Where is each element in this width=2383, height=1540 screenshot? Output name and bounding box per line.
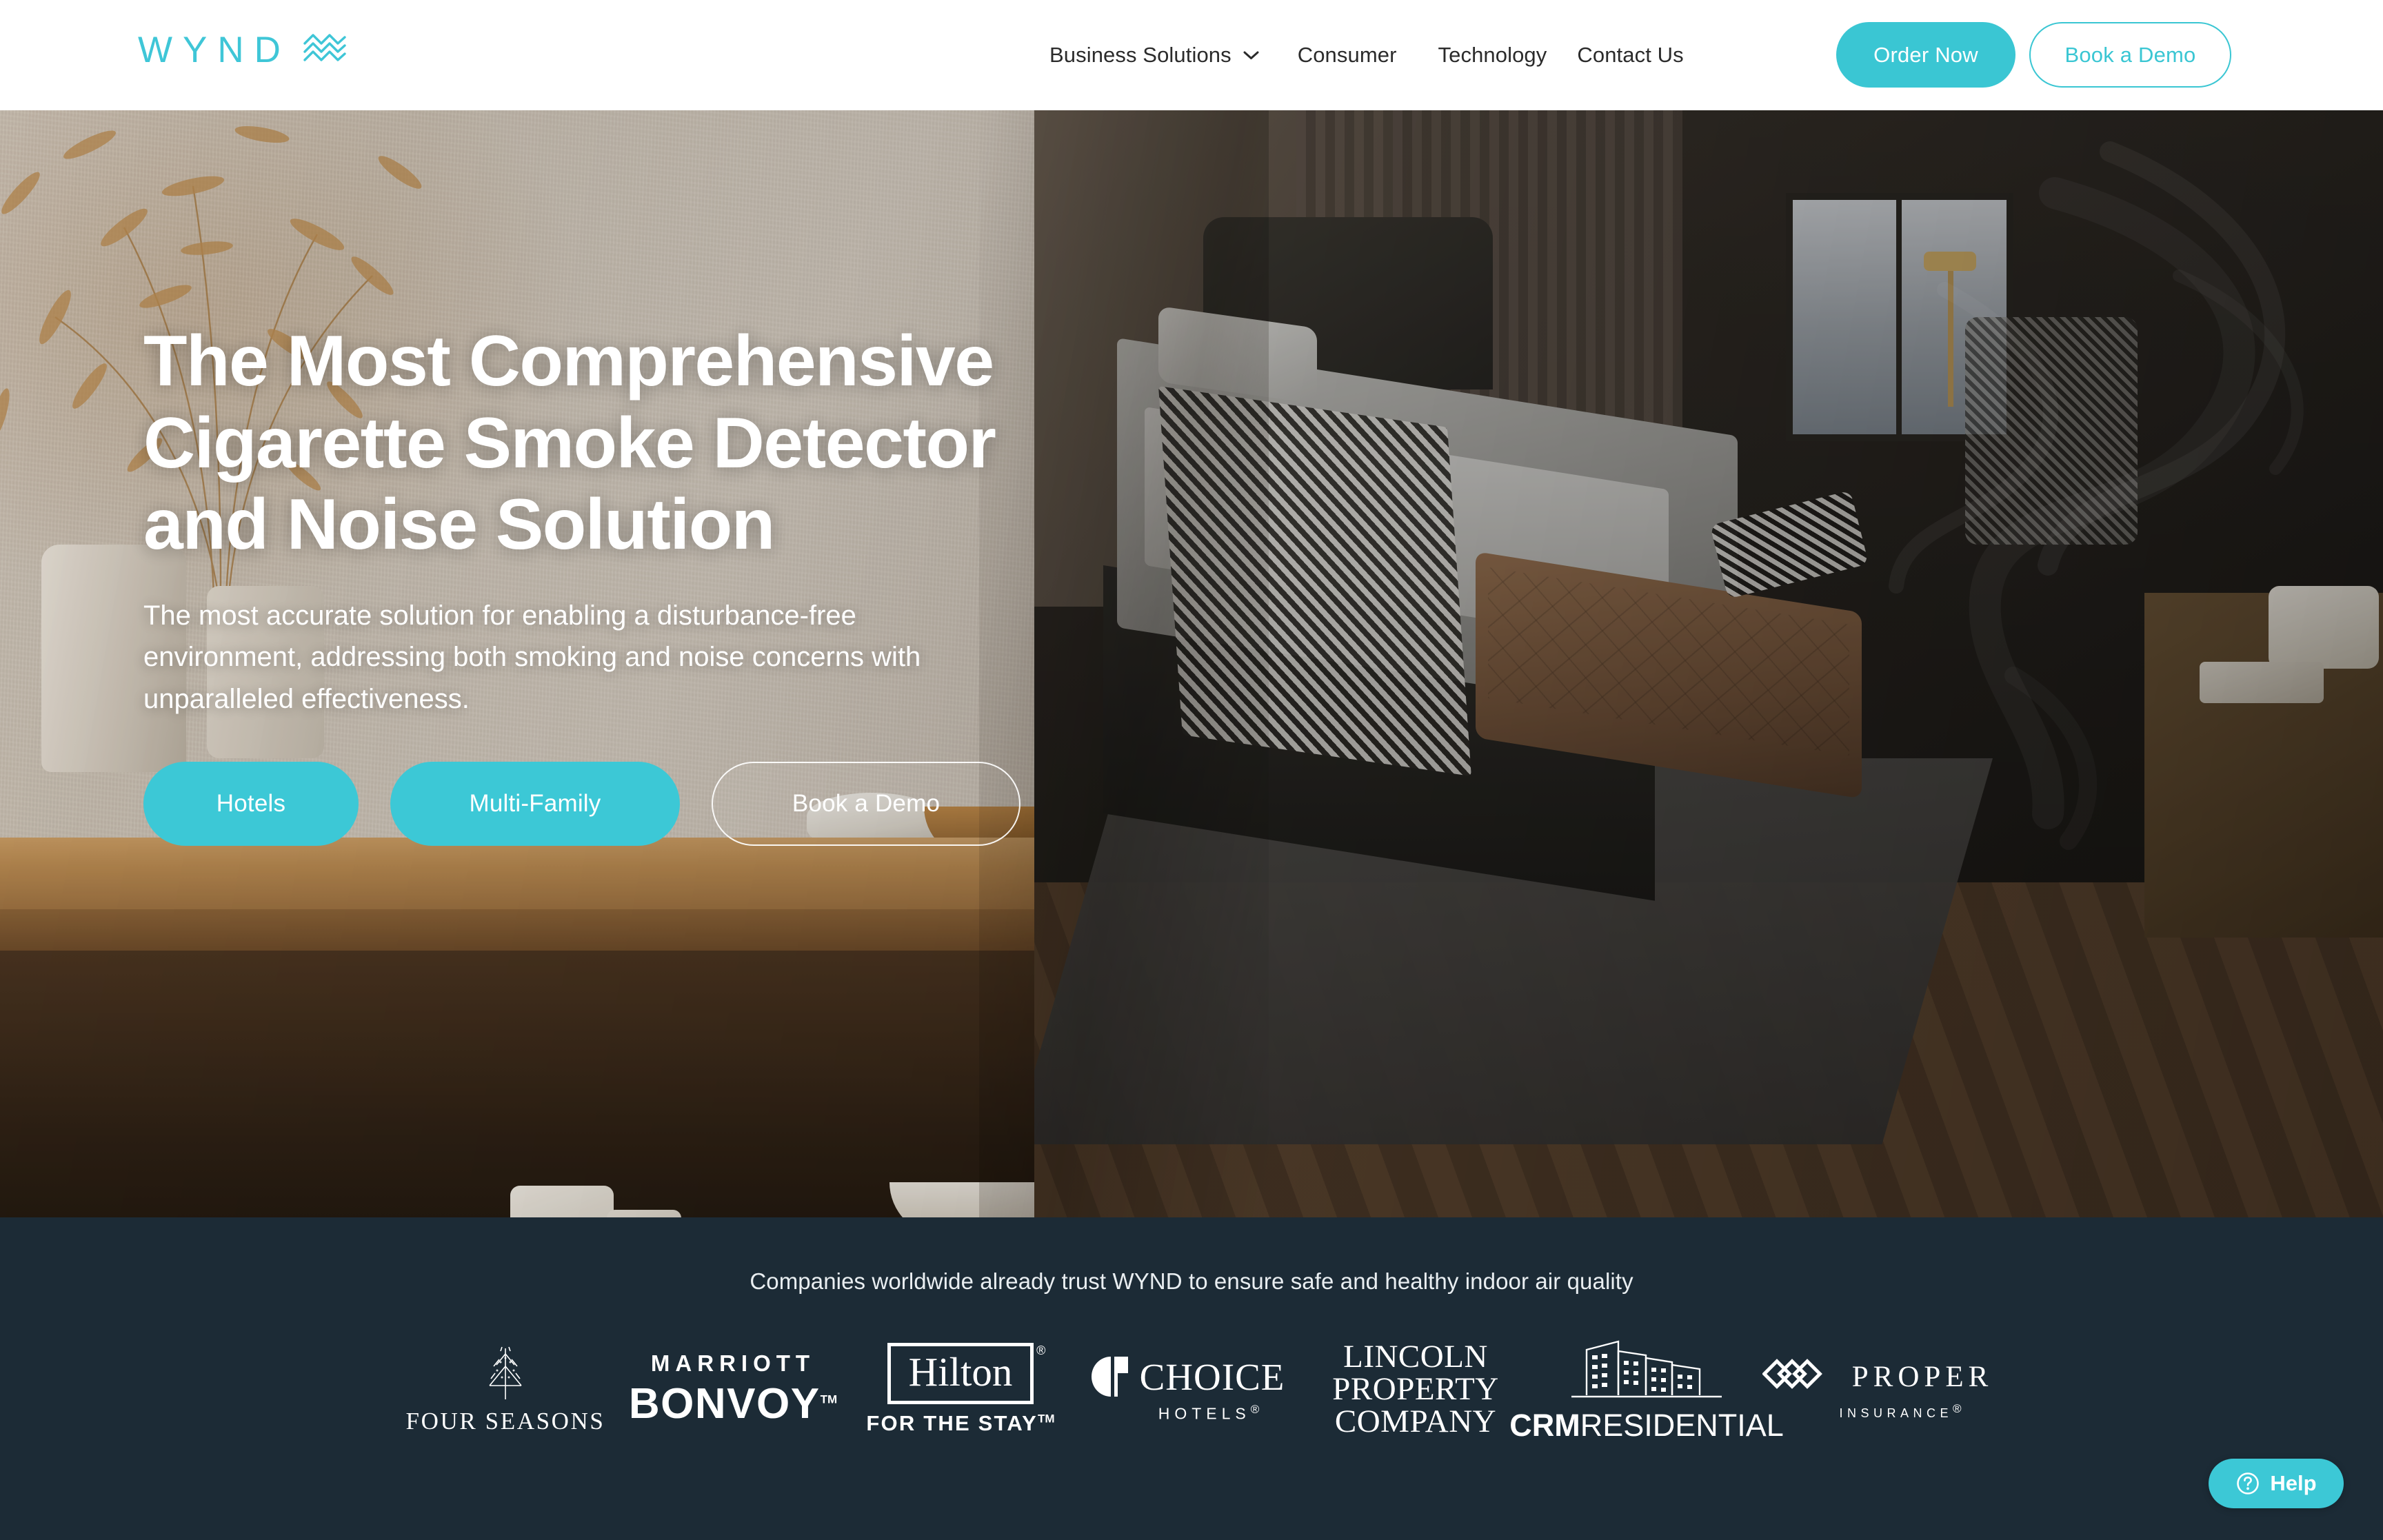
logo[interactable]: WYND xyxy=(138,32,346,68)
trademark-mark: TM xyxy=(820,1392,838,1406)
book-demo-hero-button[interactable]: Book a Demo xyxy=(712,762,1020,847)
hilton-box: Hilton ® xyxy=(887,1342,1045,1404)
buildings-icon xyxy=(1571,1340,1722,1398)
lincoln-line-1: LINCOLN xyxy=(1343,1338,1488,1375)
nav-item-consumer[interactable]: Consumer xyxy=(1298,43,1397,68)
logo-crm-residential[interactable]: CRMRESIDENTIAL xyxy=(1509,1324,1784,1455)
proper-sub: INSURANCE® xyxy=(1839,1401,1962,1420)
nav-item-business-solutions[interactable]: Business Solutions xyxy=(1049,43,1259,68)
logo-proper-insurance[interactable]: PROPER INSURANCE® xyxy=(1762,1324,1993,1455)
logo-lincoln-property[interactable]: LINCOLN PROPERTY COMPANY xyxy=(1302,1324,1529,1455)
chevron-down-icon xyxy=(1243,51,1259,59)
logo-choice-hotels[interactable]: CHOICE HOTELS® xyxy=(1074,1324,1302,1455)
help-widget-button[interactable]: Help xyxy=(2209,1459,2344,1508)
logo-hilton[interactable]: Hilton ® FOR THE STAYTM xyxy=(847,1324,1074,1455)
nav-label: Technology xyxy=(1438,43,1547,67)
choice-wordmark: CHOICE xyxy=(1139,1355,1285,1398)
hilton-tagline: FOR THE STAYTM xyxy=(866,1410,1055,1435)
bonvoy-wordmark: BONVOYTM xyxy=(628,1379,838,1428)
hero-heading-line-1: The Most Comprehensive xyxy=(143,321,994,401)
logo-wordmark: WYND xyxy=(138,30,291,70)
crm-wordmark: CRMRESIDENTIAL xyxy=(1509,1408,1784,1443)
lincoln-line-2: PROPERTY xyxy=(1332,1370,1499,1407)
interlocking-diamonds-icon xyxy=(1762,1358,1822,1389)
hilton-wordmark: Hilton xyxy=(908,1348,1013,1395)
choice-semicircle-icon xyxy=(1091,1357,1128,1397)
wave-zigzag-icon xyxy=(303,33,346,61)
order-now-button[interactable]: Order Now xyxy=(1836,22,2015,88)
hero-section: The Most Comprehensive Cigarette Smoke D… xyxy=(0,110,2383,1217)
nav-label: Contact Us xyxy=(1577,43,1684,67)
hero-heading-line-3: and Noise Solution xyxy=(143,485,775,565)
lincoln-line-3: COMPANY xyxy=(1334,1403,1497,1439)
four-seasons-wordmark: FOUR SEASONS xyxy=(405,1408,605,1435)
page-title: The Most Comprehensive Cigarette Smoke D… xyxy=(143,321,1522,566)
trust-band-title: Companies worldwide already trust WYND t… xyxy=(750,1268,1633,1294)
hero-cta-group: Hotels Multi-Family Book a Demo xyxy=(143,762,1522,847)
hero-subheading: The most accurate solution for enabling … xyxy=(143,600,921,715)
help-label: Help xyxy=(2270,1471,2317,1495)
registered-mark: ® xyxy=(1036,1343,1046,1357)
question-circle-icon xyxy=(2237,1472,2260,1495)
nav-item-technology[interactable]: Technology xyxy=(1438,43,1547,68)
choice-sub: HOTELS® xyxy=(1158,1402,1260,1423)
logo-four-seasons[interactable]: FOUR SEASONS xyxy=(392,1324,619,1455)
nav-label: Consumer xyxy=(1297,43,1397,67)
book-demo-header-button[interactable]: Book a Demo xyxy=(2029,22,2231,88)
proper-wordmark: PROPER xyxy=(1851,1361,1993,1393)
nav-item-contact-us[interactable]: Contact Us xyxy=(1577,43,1683,68)
client-logo-row: FOUR SEASONS MARRIOTT BONVOYTM Hilton ® … xyxy=(0,1324,2383,1455)
marriott-wordmark: MARRIOTT xyxy=(650,1350,816,1376)
main-navigation: Business Solutions Consumer Technology C… xyxy=(1049,0,1684,110)
nav-label: Business Solutions xyxy=(1049,43,1231,67)
site-header: WYND Business Solutions Consumer Technol… xyxy=(0,0,2383,110)
hero-copy: The Most Comprehensive Cigarette Smoke D… xyxy=(143,321,1522,847)
tree-icon xyxy=(489,1346,522,1399)
logo-marriott-bonvoy[interactable]: MARRIOTT BONVOYTM xyxy=(619,1324,847,1455)
hotels-button[interactable]: Hotels xyxy=(143,762,359,847)
multi-family-button[interactable]: Multi-Family xyxy=(390,762,680,847)
hero-heading-line-2: Cigarette Smoke Detector xyxy=(143,403,996,483)
